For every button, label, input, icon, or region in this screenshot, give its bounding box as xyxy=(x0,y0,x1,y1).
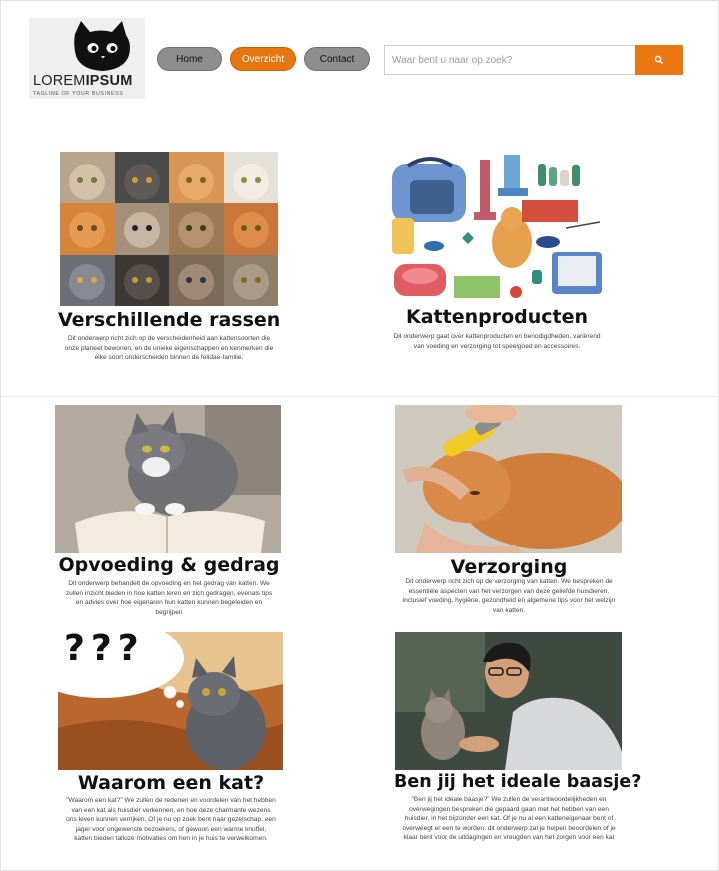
cat-thinking-image: ??? xyxy=(58,632,283,770)
card-title: Kattenproducten xyxy=(405,306,589,328)
card-description: Dit onderwerp gaat over kattenproducten … xyxy=(393,333,601,350)
card-opvoeding[interactable]: Opvoeding & gedrag Dit onderwerp behande… xyxy=(54,405,284,623)
logo-wordmark: LOREMIPSUM xyxy=(33,73,133,89)
site-logo[interactable]: LOREMIPSUM TAGLINE OF YOUR BUSINESS xyxy=(29,18,145,99)
card-baasje[interactable]: Ben jij het ideale baasje? "Ben jij het … xyxy=(394,632,642,847)
card-description: "Ben jij het ideale baasje?" We zullen d… xyxy=(402,796,616,842)
card-rassen[interactable]: Verschillende rassen Dit onderwerp richt… xyxy=(58,152,280,367)
card-description: Dit onderwerp behandelt de opvoeding en … xyxy=(65,580,273,616)
card-title: Verzorging xyxy=(450,556,568,578)
thought-bubble-text: ??? xyxy=(64,632,145,669)
card-title: Opvoeding & gedrag xyxy=(58,554,280,576)
search-button[interactable] xyxy=(635,45,683,75)
card-verzorging[interactable]: Verzorging Dit onderwerp richt zich op d… xyxy=(394,405,624,617)
nav-contact-button[interactable]: Contact xyxy=(304,47,370,71)
card-description: Dit onderwerp richt zich op de verscheid… xyxy=(64,335,274,362)
card-waarom[interactable]: ??? Waarom een kat? "Waarom een kat?" We… xyxy=(56,632,286,857)
card-description: "Waarom een kat?" We zullen de redenen e… xyxy=(66,797,276,843)
card-title: Ben jij het ideale baasje? xyxy=(394,772,642,792)
nav-home-button[interactable]: Home xyxy=(157,47,222,71)
cat-with-book-image xyxy=(55,405,281,553)
cat-products-image xyxy=(386,152,608,302)
search-input[interactable] xyxy=(384,45,635,75)
logo-tagline: TAGLINE OF YOUR BUSINESS xyxy=(33,91,124,97)
card-producten[interactable]: Kattenproducten Dit onderwerp gaat over … xyxy=(386,152,608,357)
card-title: Verschillende rassen xyxy=(58,309,281,331)
man-with-cat-image xyxy=(395,632,622,770)
cat-breeds-image xyxy=(60,152,278,306)
search-icon xyxy=(654,55,664,65)
card-description: Dit onderwerp richt zich op de verzorgin… xyxy=(402,578,616,614)
section-divider xyxy=(0,396,719,397)
card-title: Waarom een kat? xyxy=(77,772,265,794)
nav-overview-button[interactable]: Overzicht xyxy=(230,47,296,71)
cat-grooming-image xyxy=(395,405,622,553)
